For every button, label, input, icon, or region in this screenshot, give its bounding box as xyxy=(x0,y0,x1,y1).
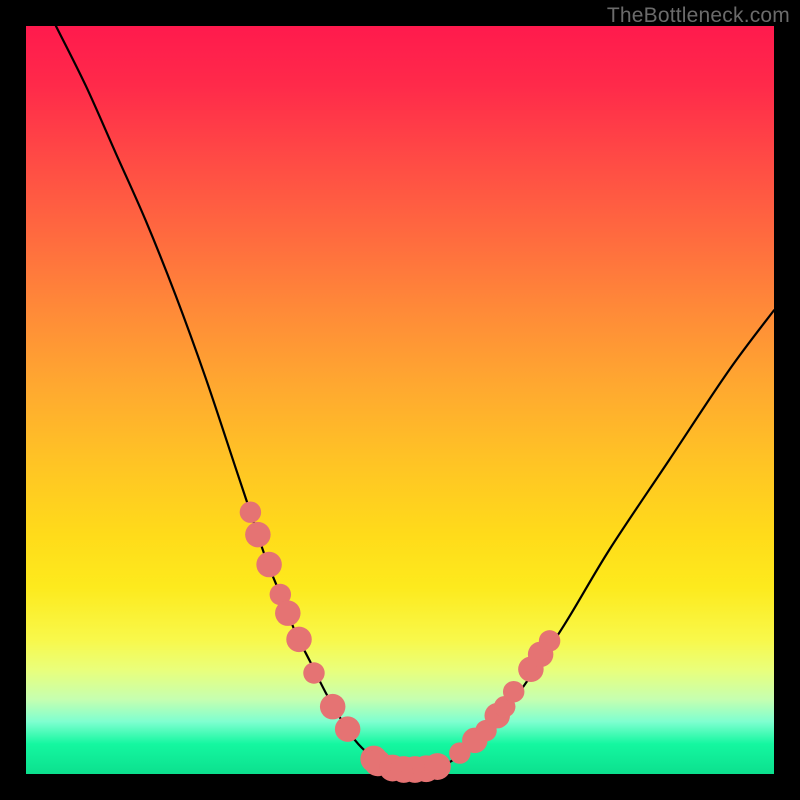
data-marker xyxy=(424,753,451,780)
data-marker xyxy=(286,627,312,653)
chart-frame: TheBottleneck.com xyxy=(0,0,800,800)
data-marker xyxy=(539,630,560,651)
data-marker xyxy=(303,662,324,683)
marker-layer xyxy=(240,501,561,782)
data-marker xyxy=(320,694,346,720)
data-marker xyxy=(245,522,271,548)
data-marker xyxy=(256,552,282,578)
watermark-text: TheBottleneck.com xyxy=(607,4,790,28)
curve-layer xyxy=(56,26,774,771)
chart-svg xyxy=(26,26,774,774)
chart-plot-area xyxy=(26,26,774,774)
data-marker xyxy=(335,716,361,742)
data-marker xyxy=(240,501,261,522)
bottleneck-curve xyxy=(56,26,774,771)
data-marker xyxy=(503,681,524,702)
data-marker xyxy=(275,600,301,626)
